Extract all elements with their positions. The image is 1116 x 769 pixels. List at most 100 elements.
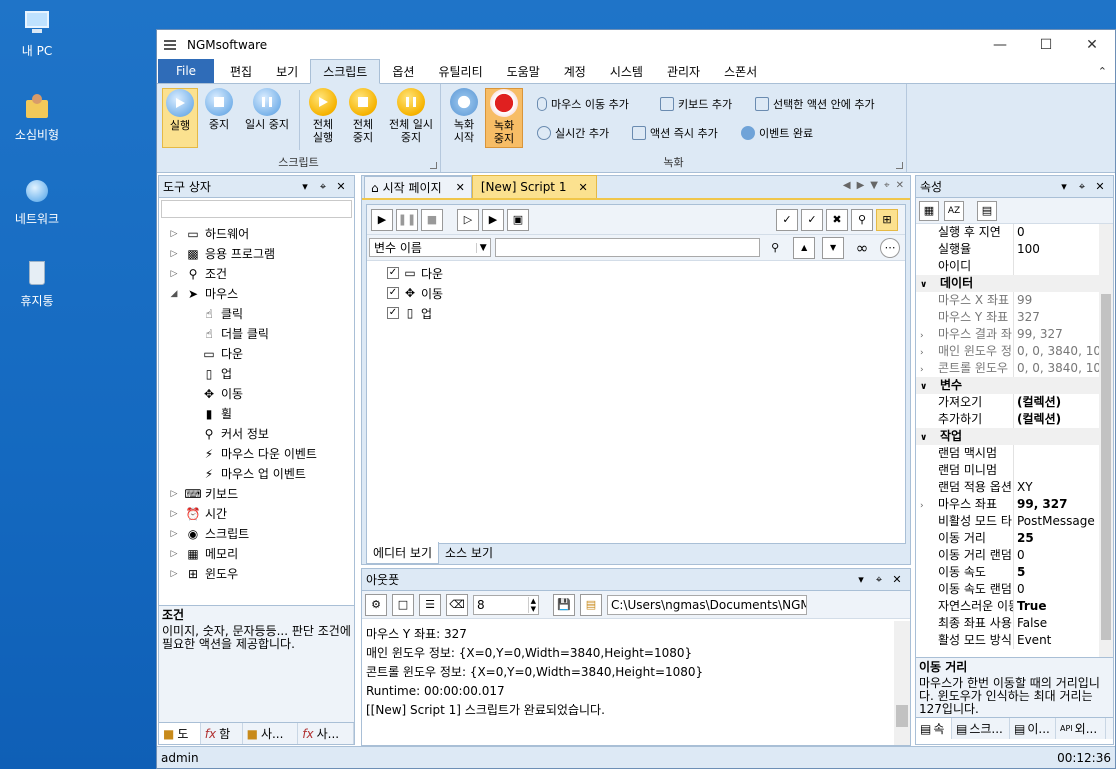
pause-icon[interactable]: ❚❚ xyxy=(396,208,418,231)
add-in-selected-button[interactable]: 선택한 액션 안에 추가 xyxy=(755,96,875,112)
toolbox-item[interactable]: ▷ ⏰ 시간 xyxy=(159,504,354,524)
toolbox-item[interactable]: ▮ 휠 xyxy=(159,404,354,424)
list-icon[interactable]: ☰ xyxy=(419,593,441,616)
categorized-icon[interactable]: ▦ xyxy=(919,200,939,221)
property-row[interactable]: 이동 거리 랜덤 0 xyxy=(916,547,1099,564)
expand-arrow-icon[interactable]: › xyxy=(920,498,938,513)
desktop-icon-user[interactable]: 소심비형 xyxy=(8,92,66,143)
toolbox-item[interactable]: ▯ 업 xyxy=(159,364,354,384)
property-row[interactable]: 자연스러운 이동 True xyxy=(916,598,1099,615)
tab-function[interactable]: fx 함 xyxy=(201,723,243,744)
property-category[interactable]: ∨ 작업 xyxy=(916,428,1099,445)
add-keyboard-button[interactable]: 키보드 추가 xyxy=(660,96,732,112)
dropdown-icon[interactable]: ▼ xyxy=(870,180,878,191)
expand-arrow-icon[interactable]: › xyxy=(920,328,938,343)
log-path-field[interactable]: C:\Users\ngmas\Documents\NGM6\ xyxy=(607,594,807,615)
property-value[interactable]: True xyxy=(1014,598,1099,615)
tree-view-icon[interactable]: ⊞ xyxy=(876,208,898,231)
toolbox-item[interactable]: ⚡ 마우스 업 이벤트 xyxy=(159,464,354,484)
tab-user[interactable]: ■ 사... xyxy=(243,723,299,744)
tab-editor-view[interactable]: 에디터 보기 xyxy=(366,542,440,564)
add-mouse-move-button[interactable]: 마우스 이동 추가 xyxy=(537,96,629,112)
dropdown-icon[interactable]: ▾ xyxy=(1055,180,1073,193)
toolbox-item[interactable]: ▭ 다운 xyxy=(159,344,354,364)
arrow-down-icon[interactable]: ▼ xyxy=(822,236,845,259)
desktop-icon-network[interactable]: 네트워크 xyxy=(8,176,66,227)
property-value[interactable]: 25 xyxy=(1014,530,1099,547)
infinity-icon[interactable]: ∞ xyxy=(851,237,873,259)
stop-button[interactable]: 중지 xyxy=(203,88,235,148)
property-row[interactable]: 이동 속도 랜덤 0 xyxy=(916,581,1099,598)
minimize-button[interactable]: — xyxy=(977,30,1023,59)
property-row[interactable]: 최종 좌표 사용 False xyxy=(916,615,1099,632)
dropdown-icon[interactable]: ▾ xyxy=(852,573,870,586)
event-complete-button[interactable]: 이벤트 완료 xyxy=(741,125,813,141)
property-value[interactable]: 0, 0, 3840, 1080 xyxy=(1014,360,1099,377)
script-action-item[interactable]: ✓ ▭ 다운 xyxy=(387,263,905,283)
tab-script-1[interactable]: [New] Script 1 ✕ xyxy=(471,175,597,198)
menu-account[interactable]: 계정 xyxy=(552,59,598,83)
tab-script-explorer[interactable]: ▤ 스크... xyxy=(952,718,1010,739)
collapse-ribbon-icon[interactable]: ⌃ xyxy=(1098,65,1107,78)
menu-system[interactable]: 시스템 xyxy=(598,59,655,83)
property-scrollbar[interactable] xyxy=(1099,224,1113,657)
arrow-up-icon[interactable]: ▲ xyxy=(793,236,816,259)
more-icon[interactable]: ⋯ xyxy=(880,237,900,258)
add-action-immediate-button[interactable]: 액션 즉시 추가 xyxy=(632,125,718,141)
property-row[interactable]: ›매인 윈도우 정0, 0, 3840, 1080 xyxy=(916,343,1099,360)
pin-icon[interactable]: ⌖ xyxy=(870,573,888,587)
property-value[interactable]: 0 xyxy=(1014,581,1099,598)
stepper-arrows-icon[interactable]: ▲ ▼ xyxy=(527,596,538,613)
menu-admin[interactable]: 관리자 xyxy=(655,59,712,83)
menu-help[interactable]: 도움말 xyxy=(495,59,552,83)
toolbox-item[interactable]: ◢ ➤ 마우스 xyxy=(159,284,354,304)
expand-arrow-icon[interactable]: ▷ xyxy=(167,224,181,244)
property-row[interactable]: ›콘트롤 윈도우0, 0, 3840, 1080 xyxy=(916,360,1099,377)
expand-arrow-icon[interactable]: › xyxy=(920,362,938,377)
save-icon[interactable]: 💾 xyxy=(553,593,575,616)
property-value[interactable]: 0, 0, 3840, 1080 xyxy=(1014,343,1099,360)
property-category[interactable]: ∨ 데이터 xyxy=(916,275,1099,292)
menu-view[interactable]: 보기 xyxy=(264,59,310,83)
toolbox-item[interactable]: ▷ ⌨ 키보드 xyxy=(159,484,354,504)
menu-script[interactable]: 스크립트 xyxy=(310,59,381,84)
run-button[interactable]: 실행 xyxy=(162,88,198,148)
property-row[interactable]: 비활성 모드 타 PostMessage xyxy=(916,513,1099,530)
toolbox-item[interactable]: ▷ ▦ 메모리 xyxy=(159,544,354,564)
collapse-arrow-icon[interactable]: ◢ xyxy=(167,284,181,304)
run-all-button[interactable]: 전체 실행 xyxy=(303,88,343,148)
toolbox-item[interactable]: ☝ 클릭 xyxy=(159,304,354,324)
toolbox-search-input[interactable] xyxy=(161,200,352,218)
chevron-down-icon[interactable]: ∨ xyxy=(920,430,934,445)
search-icon[interactable]: ⚲ xyxy=(851,208,873,231)
toolbox-item[interactable]: ▷ ⊞ 윈도우 xyxy=(159,564,354,584)
wrench-icon[interactable]: ⚙ xyxy=(365,593,387,616)
toolbox-item[interactable]: ▷ ⚲ 조건 xyxy=(159,264,354,284)
tab-properties[interactable]: ▤ 속 xyxy=(916,718,952,739)
check-all-icon[interactable]: ✓ xyxy=(776,208,798,231)
record-stop-button[interactable]: 녹화 중지 xyxy=(485,88,523,148)
scroll-right-icon[interactable]: ▶ xyxy=(857,180,865,191)
variable-select[interactable]: 변수 이름 ▼ xyxy=(369,238,491,257)
search-icon[interactable]: ⚲ xyxy=(764,237,786,259)
property-row[interactable]: 실행율 100 xyxy=(916,241,1099,258)
stop-all-button[interactable]: 전체 중지 xyxy=(343,88,383,148)
property-value[interactable]: 99 xyxy=(1014,292,1099,309)
property-value[interactable]: 327 xyxy=(1014,309,1099,326)
maximize-button[interactable]: ☐ xyxy=(1023,30,1069,59)
property-value[interactable] xyxy=(1014,258,1099,275)
scroll-left-icon[interactable]: ◀ xyxy=(843,180,851,191)
record-start-button[interactable]: 녹화 시작 xyxy=(447,88,481,148)
property-value[interactable]: 0 xyxy=(1014,224,1099,241)
property-row[interactable]: 가져오기 (컬렉션) xyxy=(916,394,1099,411)
desktop-icon-recycle[interactable]: 휴지통 xyxy=(8,258,66,309)
property-value[interactable]: 99, 327 xyxy=(1014,326,1099,343)
variable-search-input[interactable] xyxy=(494,238,761,257)
property-value[interactable]: False xyxy=(1014,615,1099,632)
property-row[interactable]: 추가하기 (컬렉션) xyxy=(916,411,1099,428)
pin-icon[interactable]: ⌖ xyxy=(314,180,332,194)
sort-alpha-icon[interactable]: AZ xyxy=(944,200,964,221)
property-value[interactable]: XY xyxy=(1014,479,1099,496)
property-value[interactable]: 0 xyxy=(1014,547,1099,564)
property-value[interactable]: 100 xyxy=(1014,241,1099,258)
